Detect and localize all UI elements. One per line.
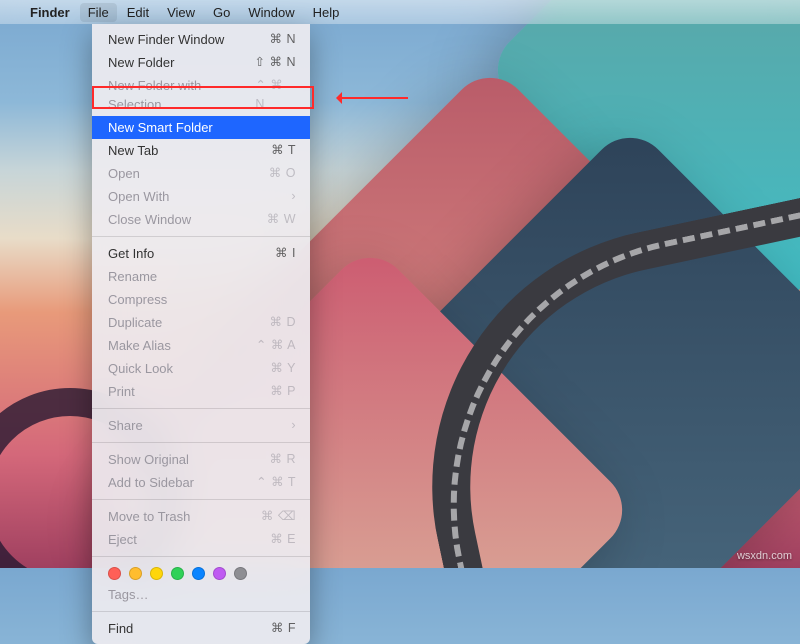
menu-item-new-finder-window[interactable]: New Finder Window ⌘ N: [92, 28, 310, 51]
menu-item-duplicate: Duplicate ⌘ D: [92, 311, 310, 334]
menu-item-label: Close Window: [108, 210, 191, 229]
tag-dot-blue[interactable]: [192, 567, 205, 580]
menu-item-show-original: Show Original ⌘ R: [92, 448, 310, 471]
menu-item-shortcut: ⌃ ⌘ T: [256, 473, 296, 492]
menu-item-label: Rename: [108, 267, 157, 286]
menu-item-quick-look: Quick Look ⌘ Y: [92, 357, 310, 380]
menu-item-label: Find: [108, 619, 133, 638]
menu-item-shortcut: ⌘ T: [271, 141, 296, 160]
menu-item-label: New Folder: [108, 53, 174, 72]
watermark-label: wsxdn.com: [737, 550, 792, 562]
menu-item-shortcut: ⌘ O: [269, 164, 296, 183]
menu-item-shortcut: ⌘ I: [275, 244, 296, 263]
menu-bar: Finder File Edit View Go Window Help: [0, 0, 800, 24]
menu-item-shortcut: ⌘ Y: [270, 359, 296, 378]
menu-go[interactable]: Go: [213, 5, 230, 20]
menu-item-label: Make Alias: [108, 336, 171, 355]
menu-item-shortcut: ⌘ D: [270, 313, 297, 332]
menu-item-shortcut: ⌘ F: [271, 619, 296, 638]
menu-item-print: Print ⌘ P: [92, 380, 310, 403]
menu-item-close-window: Close Window ⌘ W: [92, 208, 310, 231]
tag-dot-red[interactable]: [108, 567, 121, 580]
menu-item-shortcut: ⌘ N: [270, 30, 297, 49]
menu-item-label: Add to Sidebar: [108, 473, 194, 492]
menu-item-new-smart-folder[interactable]: New Smart Folder: [92, 116, 310, 139]
menu-item-share: Share ›: [92, 414, 310, 437]
chevron-right-icon: ›: [291, 416, 296, 435]
menu-view[interactable]: View: [167, 5, 195, 20]
menu-item-shortcut: ⌘ P: [270, 382, 296, 401]
menu-item-open: Open ⌘ O: [92, 162, 310, 185]
menu-separator: [92, 442, 310, 443]
menu-item-rename: Rename: [92, 265, 310, 288]
menu-item-label: New Tab: [108, 141, 158, 160]
menu-item-label: Compress: [108, 290, 167, 309]
tag-dot-yellow[interactable]: [150, 567, 163, 580]
menu-help[interactable]: Help: [313, 5, 340, 20]
menu-item-new-tab[interactable]: New Tab ⌘ T: [92, 139, 310, 162]
menu-separator: [92, 611, 310, 612]
chevron-right-icon: ›: [291, 187, 296, 206]
menu-item-shortcut: ⌘ E: [270, 530, 296, 549]
menu-item-find[interactable]: Find ⌘ F: [92, 617, 310, 640]
menu-item-label: Eject: [108, 530, 137, 549]
menu-item-move-to-trash: Move to Trash ⌘ ⌫: [92, 505, 310, 528]
menu-item-shortcut: ⌃ ⌘ N: [255, 76, 296, 114]
menu-item-add-to-sidebar: Add to Sidebar ⌃ ⌘ T: [92, 471, 310, 494]
menu-item-label: Share: [108, 416, 143, 435]
menu-item-shortcut: ⌘ ⌫: [261, 507, 296, 526]
tag-dot-purple[interactable]: [213, 567, 226, 580]
menu-separator: [92, 499, 310, 500]
menu-file[interactable]: File: [80, 3, 117, 22]
menu-item-new-folder[interactable]: New Folder ⇧ ⌘ N: [92, 51, 310, 74]
tag-dot-gray[interactable]: [234, 567, 247, 580]
menu-item-tags: Tags…: [92, 583, 310, 606]
menu-window[interactable]: Window: [248, 5, 294, 20]
menu-item-label: New Finder Window: [108, 30, 224, 49]
menu-item-shortcut: ⌃ ⌘ A: [256, 336, 296, 355]
menu-separator: [92, 408, 310, 409]
menu-item-label: Open: [108, 164, 140, 183]
menu-item-make-alias: Make Alias ⌃ ⌘ A: [92, 334, 310, 357]
menu-item-label: Open With: [108, 187, 169, 206]
tag-color-row: [92, 562, 310, 583]
menu-item-compress: Compress: [92, 288, 310, 311]
menu-item-eject: Eject ⌘ E: [92, 528, 310, 551]
menu-separator: [92, 236, 310, 237]
menu-item-label: Tags…: [108, 585, 148, 604]
tag-dot-green[interactable]: [171, 567, 184, 580]
menu-item-shortcut: ⇧ ⌘ N: [255, 53, 296, 72]
menu-item-open-with: Open With ›: [92, 185, 310, 208]
menu-item-new-folder-with-selection: New Folder with Selection⌃ ⌘ N: [92, 74, 310, 116]
menu-item-get-info[interactable]: Get Info ⌘ I: [92, 242, 310, 265]
menu-item-label: Print: [108, 382, 135, 401]
menu-edit[interactable]: Edit: [127, 5, 149, 20]
menu-item-label: Show Original: [108, 450, 189, 469]
app-name-label[interactable]: Finder: [30, 5, 70, 20]
menu-item-label: Duplicate: [108, 313, 162, 332]
menu-item-shortcut: ⌘ W: [267, 210, 296, 229]
menu-item-label: Get Info: [108, 244, 154, 263]
file-menu-dropdown: New Finder Window ⌘ N New Folder ⇧ ⌘ N New…: [92, 24, 310, 644]
menu-item-shortcut: ⌘ R: [270, 450, 297, 469]
menu-item-label: Move to Trash: [108, 507, 190, 526]
menu-item-label: New Folder with Selection: [108, 76, 255, 114]
tag-dot-orange[interactable]: [129, 567, 142, 580]
menu-item-label: Quick Look: [108, 359, 173, 378]
menu-item-label: New Smart Folder: [108, 118, 213, 137]
menu-separator: [92, 556, 310, 557]
